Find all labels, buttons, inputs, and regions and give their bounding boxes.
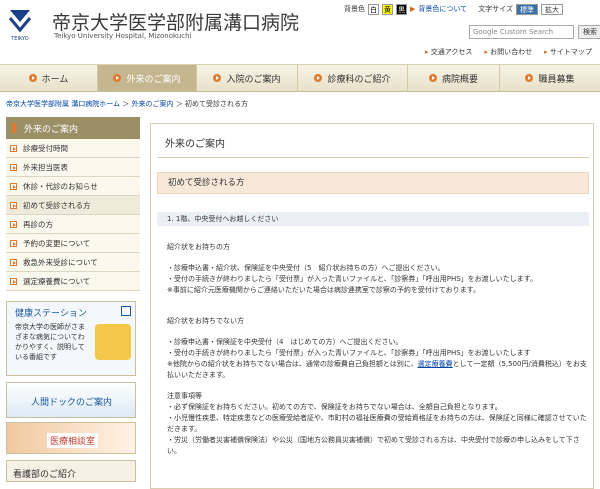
health-station-title: 健康ステーション [15,309,87,319]
health-station-image [95,324,131,360]
bg-yellow-button[interactable]: 黄 [382,3,393,15]
with-referral-line: ・診療申込書・紹介状、保険証を中央受付（5 紹介状お持ちの方）へご提出ください。 [167,264,445,272]
breadcrumb-home-link[interactable]: 帝京大学医学部附属 溝口病院ホーム [6,100,120,108]
breadcrumb-parent-link[interactable]: 外来のご案内 [131,100,173,108]
access-link[interactable]: ▸ 交通アクセス [425,47,472,57]
section-title: 初めて受診される方 [157,172,589,194]
medical-checkup-banner[interactable]: 人間ドックのご案内 [6,382,136,418]
arrow-box-icon [10,220,17,228]
bg-black-button[interactable]: 黒 [396,3,407,15]
notes-line: ・必ず保険証をお持ちください。初めての方で、保険証をお持ちでない場合は、全額自己… [167,403,502,411]
teikyo-logo-icon[interactable]: TEIKYO [6,6,34,42]
bg-color-about-link[interactable]: 背景色について [418,4,467,14]
arrow-icon: ▶ [410,5,416,13]
font-size-normal-button[interactable]: 標準 [515,3,538,15]
breadcrumb: 帝京大学医学部附属 溝口病院ホーム ＞ 外来のご案内 ＞ 初めて受診される方 [6,99,248,109]
bg-white-button[interactable]: 白 [368,3,379,15]
nav-arrow-icon [525,74,534,82]
sitemap-link[interactable]: ▸ サイトマップ [544,47,592,57]
nav-departments[interactable]: 診療科のご紹介 [298,65,408,91]
breadcrumb-current: 初めて受診される方 [184,100,248,108]
notes-line: ・小児慢性疾患、特定疾患などの医療受給者証や、市町村の福祉医療費の受給資格証をお… [167,414,587,433]
nav-arrow-icon [314,74,323,82]
site-title[interactable]: 帝京大学医学部附属溝口病院 [52,8,299,35]
without-referral-line: ・受付の手続きが終わりましたら「受付票」が入った青いファイルと、「診察券」「呼出… [167,349,531,357]
sidebar-item-closures[interactable]: 休診・代診のお知らせ [6,177,140,196]
sidebar-item-revisit[interactable]: 再診の方 [6,215,140,234]
nav-overview[interactable]: 病院概要 [408,65,500,91]
sidebar-marker-icon [12,123,16,133]
health-station-text: 帝京大学の医師がさまざまな病気についてわかりやすく、説明している番組です [15,323,85,361]
without-referral-line: ・診療申込書・保険証を中央受付（4 はじめての方）へご提出ください。 [167,338,403,346]
health-station-banner[interactable]: 健康ステーション 帝京大学の医師がさまざまな病気についてわかりやすく、説明してい… [6,301,136,376]
medical-consultation-title: 医療相談室 [47,433,99,448]
arrow-box-icon [10,277,17,285]
nursing-title: 看護部のご紹介 [13,470,77,480]
logo-text: TEIKYO [10,36,29,42]
arrow-box-icon [10,163,17,171]
sidebar-item-first-visit[interactable]: 初めて受診される方 [6,196,140,215]
with-referral-line: ※事前に紹介元医療機関からご連絡いただいた場合は病診連携室で診察の予約を受付けて… [167,286,480,294]
header: TEIKYO 帝京大学医学部附属溝口病院 Teikyo University H… [0,0,600,64]
notes-line: ・労災（労働者災害補償保険法）や公災（国地方公務員災害補償）で初めて受診される方… [167,436,580,455]
sidebar-item-reservation-change[interactable]: 予約の変更について [6,234,140,253]
sidebar-item-emergency[interactable]: 救急外来受診について [6,253,140,272]
medical-checkup-title: 人間ドックのご案内 [31,398,113,408]
nav-recruit[interactable]: 職員募集 [500,65,600,91]
font-size-label: 文字サイズ [478,5,513,13]
sidebar-item-hours[interactable]: 診療受付時間 [6,139,140,158]
arrow-box-icon [10,182,17,190]
with-referral-heading: 紹介状をお持ちの方 [167,243,230,251]
notes-heading: 注意事項等 [167,392,202,400]
breadcrumb-separator: ＞ [175,100,185,108]
selected-fee-link[interactable]: 選定療養費 [418,360,453,368]
content-body: 紹介状をお持ちの方 ・診療申込書・紹介状、保険証を中央受付（5 紹介状お持ちの方… [167,242,587,457]
nav-arrow-icon [113,74,122,82]
nursing-banner[interactable]: 看護部のご紹介 [6,460,136,482]
arrow-box-icon [121,306,131,316]
nav-outpatient[interactable]: 外来のご案内 [98,65,197,91]
site-subtitle: Teikyo University Hospital, Mizonokuchi [54,32,192,40]
without-referral-heading: 紹介状をお持ちでない方 [167,317,244,325]
arrow-box-icon [10,144,17,152]
main-nav: ホーム 外来のご案内 入院のご案内 診療科のご紹介 病院概要 職員募集 [0,64,600,92]
bg-color-label: 背景色 [344,5,365,13]
arrow-box-icon [10,258,17,266]
nav-arrow-icon [428,74,437,82]
arrow-box-icon [10,239,17,247]
search-input[interactable]: Google Custom Search [469,25,574,39]
sidebar-item-selected-fee[interactable]: 選定療養費について [6,272,140,291]
step-title: 1. 1階、中央受付へお越しください [157,212,589,226]
font-size-large-button[interactable]: 拡大 [540,3,563,15]
nav-arrow-icon [213,74,222,82]
medical-consultation-banner[interactable]: 医療相談室 [6,422,136,454]
main-content: 外来のご案内 初めて受診される方 1. 1階、中央受付へお越しください 紹介状を… [150,117,594,489]
content-frame: 外来のご案内 初めて受診される方 1. 1階、中央受付へお越しください 紹介状を… [150,123,594,489]
nav-inpatient[interactable]: 入院のご案内 [197,65,298,91]
arrow-box-icon [10,201,17,209]
contact-link[interactable]: ▸ お問い合わせ [484,47,532,57]
search-button[interactable]: 検索 [578,25,600,39]
without-referral-note: ※他院からの紹介状をお持ちでない場合は、通常の診療費自己負担額とは別に、選定療養… [167,360,587,379]
header-sub-links: ▸ 交通アクセス ▸ お問い合わせ ▸ サイトマップ [425,47,592,57]
page-title: 外来のご案内 [157,130,589,158]
utility-bar: 背景色 白 黄 黒 ▶ 背景色について 文字サイズ 標準 拡大 [344,2,600,16]
nav-home[interactable]: ホーム [0,65,98,91]
sidebar-item-doctors[interactable]: 外来担当医表 [6,158,140,177]
nav-arrow-icon [28,74,37,82]
sidebar: 外来のご案内 診療受付時間 外来担当医表 休診・代診のお知らせ 初めて受診される… [6,117,140,482]
sidebar-title[interactable]: 外来のご案内 [6,117,140,139]
with-referral-line: ・受付の手続きが終わりましたら「受付票」が入った青いファイルと、「診察券」「呼出… [167,275,537,283]
